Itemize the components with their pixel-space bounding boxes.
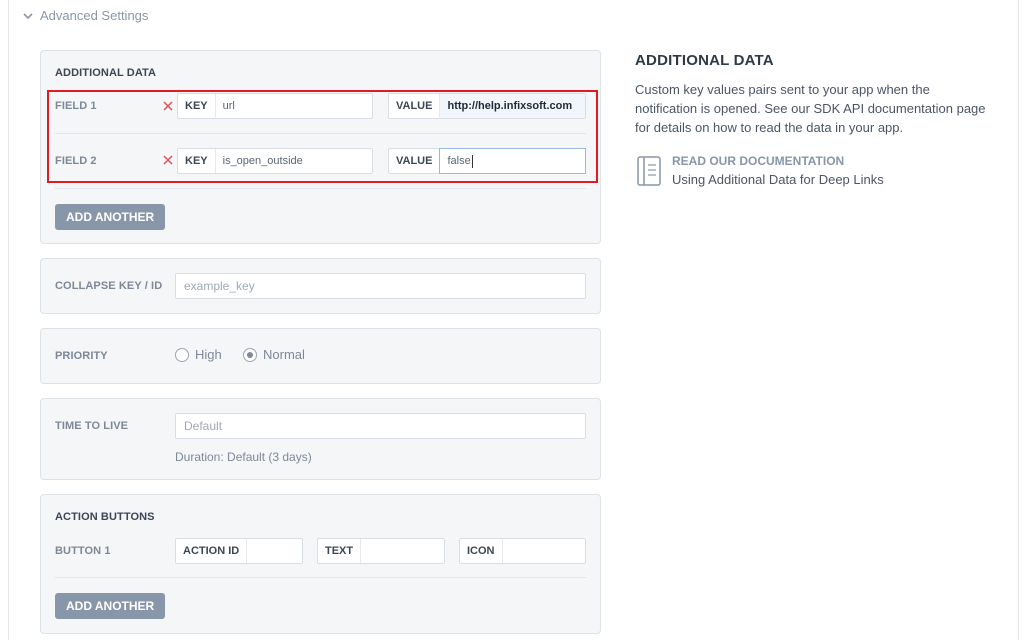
chevron-down-icon (23, 12, 33, 19)
additional-data-heading: ADDITIONAL DATA (55, 67, 157, 79)
add-another-field-button[interactable]: ADD ANOTHER (55, 204, 166, 230)
highlight-box (47, 90, 598, 183)
left-border (8, 0, 9, 640)
ttl-label: TIME TO LIVE (55, 420, 129, 432)
text-tag: TEXT (318, 539, 362, 563)
action-buttons-heading: ACTION BUTTONS (55, 511, 155, 523)
advanced-settings-toggle[interactable]: Advanced Settings (22, 8, 148, 23)
field-divider (55, 188, 586, 189)
priority-normal-label: Normal (263, 347, 305, 362)
priority-label: PRIORITY (55, 350, 108, 362)
collapse-key-panel: COLLAPSE KEY / ID example_key (40, 258, 601, 314)
icon-tag: ICON (460, 539, 503, 563)
priority-high-radio[interactable]: High (175, 347, 222, 362)
radio-unchecked-icon (175, 347, 189, 362)
action-id-tag: ACTION ID (176, 539, 248, 563)
right-border (1018, 0, 1019, 640)
add-another-button-button[interactable]: ADD ANOTHER (55, 593, 166, 619)
action-buttons-panel: ACTION BUTTONS BUTTON 1 ACTION ID TEXT I… (40, 494, 601, 634)
action-divider (55, 577, 586, 578)
button-icon-input[interactable]: ICON (459, 538, 586, 564)
collapse-key-input[interactable]: example_key (175, 273, 586, 299)
ttl-hint: Duration: Default (3 days) (175, 450, 312, 464)
priority-high-label: High (195, 347, 222, 362)
collapse-key-label: COLLAPSE KEY / ID (55, 280, 163, 292)
ttl-panel: TIME TO LIVE Default Duration: Default (… (40, 398, 601, 480)
action-id-value (247, 539, 302, 563)
button-icon-value (503, 539, 586, 563)
radio-checked-icon (243, 347, 257, 362)
priority-panel: PRIORITY High Normal (40, 328, 601, 384)
button-text-value (361, 539, 444, 563)
sidebar-title: ADDITIONAL DATA (635, 52, 774, 69)
document-icon (637, 156, 661, 186)
button-1-label: BUTTON 1 (55, 545, 111, 557)
deep-links-doc-link[interactable]: Using Additional Data for Deep Links (672, 172, 884, 187)
priority-normal-radio[interactable]: Normal (243, 347, 305, 362)
advanced-settings-label: Advanced Settings (40, 8, 149, 23)
read-documentation-link[interactable]: READ OUR DOCUMENTATION (672, 154, 844, 168)
sidebar-description: Custom key values pairs sent to your app… (635, 82, 986, 135)
action-id-input[interactable]: ACTION ID (175, 538, 303, 564)
ttl-input[interactable]: Default (175, 413, 586, 439)
button-text-input[interactable]: TEXT (317, 538, 445, 564)
